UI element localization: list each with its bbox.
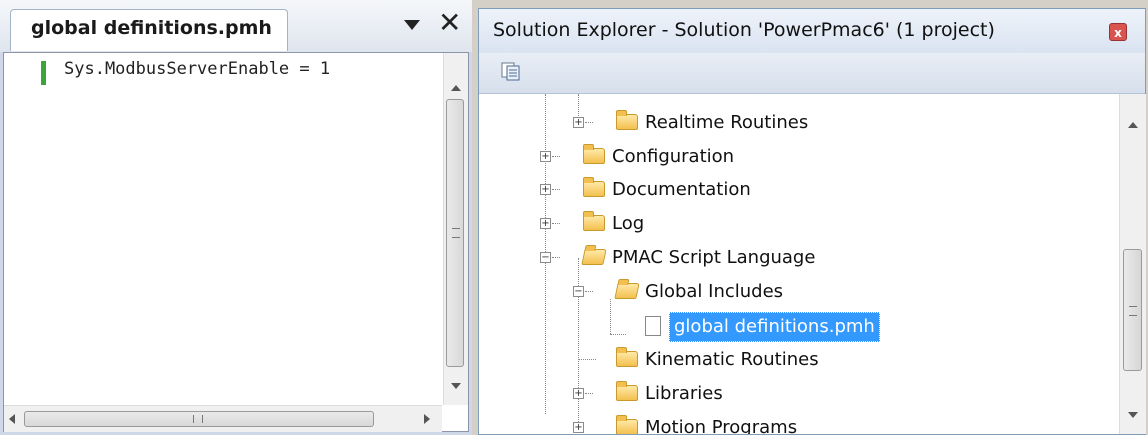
folder-open-icon <box>581 249 607 265</box>
folder-icon <box>616 110 638 130</box>
solution-explorer: Solution Explorer - Solution 'PowerPmac6… <box>478 8 1146 435</box>
solution-tree: + Realtime Routines + Configuration + Do… <box>479 94 1119 434</box>
scroll-up-icon[interactable] <box>451 85 461 91</box>
solution-vertical-scrollbar[interactable] <box>1119 94 1146 434</box>
scroll-thumb[interactable] <box>446 99 464 367</box>
tree-item-label: Configuration <box>612 146 735 167</box>
tree-item-realtime-routines[interactable]: + Realtime Routines <box>479 109 879 139</box>
folder-icon <box>616 415 638 434</box>
expand-icon[interactable]: + <box>573 422 584 433</box>
tree-item-motion-programs[interactable]: + Motion Programs <box>479 414 879 434</box>
collapse-icon[interactable]: − <box>540 252 551 263</box>
tree-item-kinematic-routines[interactable]: Kinematic Routines <box>479 346 879 376</box>
modified-line-marker <box>41 61 46 85</box>
document-tab-strip: global definitions.pmh ✕ <box>0 0 472 52</box>
tree-item-documentation[interactable]: + Documentation <box>479 176 879 206</box>
tree-item-global-definitions[interactable]: global definitions.pmh <box>479 312 919 342</box>
tree-item-label: Kinematic Routines <box>645 349 819 370</box>
editor-vertical-scrollbar[interactable] <box>443 53 907 405</box>
tree-item-label: PMAC Script Language <box>612 247 816 268</box>
tree-item-label: Realtime Routines <box>645 112 809 133</box>
scroll-up-icon[interactable] <box>1128 122 1138 128</box>
close-icon[interactable]: x <box>1109 23 1127 41</box>
properties-icon[interactable] <box>501 61 521 81</box>
expand-icon[interactable]: + <box>540 151 551 162</box>
tree-item-label: Documentation <box>612 179 751 200</box>
panel-title: Solution Explorer - Solution 'PowerPmac6… <box>493 19 995 41</box>
code-line[interactable]: Sys.ModbusServerEnable = 1 <box>64 59 330 79</box>
code-editor-pane: global definitions.pmh ✕ Sys.ModbusServe… <box>0 0 907 435</box>
collapse-icon[interactable]: − <box>573 286 584 297</box>
editor-gutter <box>4 53 34 431</box>
expand-icon[interactable]: + <box>573 117 584 128</box>
tree-item-label: Libraries <box>645 383 723 404</box>
scroll-right-icon[interactable] <box>424 414 430 424</box>
document-tab-label: global definitions.pmh <box>31 17 272 39</box>
document-tab[interactable]: global definitions.pmh <box>10 9 288 51</box>
expand-icon[interactable]: + <box>540 218 551 229</box>
expand-icon[interactable]: + <box>540 184 551 195</box>
tree-item-label: Log <box>612 213 645 234</box>
selected-tree-item-label[interactable]: global definitions.pmh <box>669 312 880 342</box>
code-editor[interactable]: Sys.ModbusServerEnable = 1 <box>3 52 907 432</box>
solution-toolbar <box>479 53 1145 94</box>
tree-item-configuration[interactable]: + Configuration <box>479 143 879 173</box>
close-icon[interactable]: ✕ <box>438 8 461 38</box>
folder-icon <box>583 211 605 231</box>
scroll-down-icon[interactable] <box>451 383 461 389</box>
solution-explorer-titlebar: Solution Explorer - Solution 'PowerPmac6… <box>479 9 1145 53</box>
folder-icon <box>616 347 638 367</box>
tree-item-libraries[interactable]: + Libraries <box>479 380 879 410</box>
scroll-left-icon[interactable] <box>9 414 15 424</box>
scroll-thumb[interactable] <box>24 411 374 427</box>
tree-item-label: Global Includes <box>645 281 784 302</box>
folder-open-icon <box>614 283 640 299</box>
tab-dropdown-icon[interactable] <box>404 20 420 30</box>
tree-item-label: Motion Programs <box>645 417 798 434</box>
file-icon <box>645 316 661 336</box>
tree-item-log[interactable]: + Log <box>479 210 879 240</box>
editor-horizontal-scrollbar[interactable] <box>4 405 442 432</box>
expand-icon[interactable]: + <box>573 388 584 399</box>
folder-icon <box>583 177 605 197</box>
scroll-down-icon[interactable] <box>1128 412 1138 418</box>
tree-item-global-includes[interactable]: − Global Includes <box>479 278 879 308</box>
folder-icon <box>583 144 605 164</box>
scroll-thumb[interactable] <box>1123 249 1142 371</box>
folder-icon <box>616 381 638 401</box>
tree-item-pmac-script-language[interactable]: − PMAC Script Language <box>479 244 879 274</box>
